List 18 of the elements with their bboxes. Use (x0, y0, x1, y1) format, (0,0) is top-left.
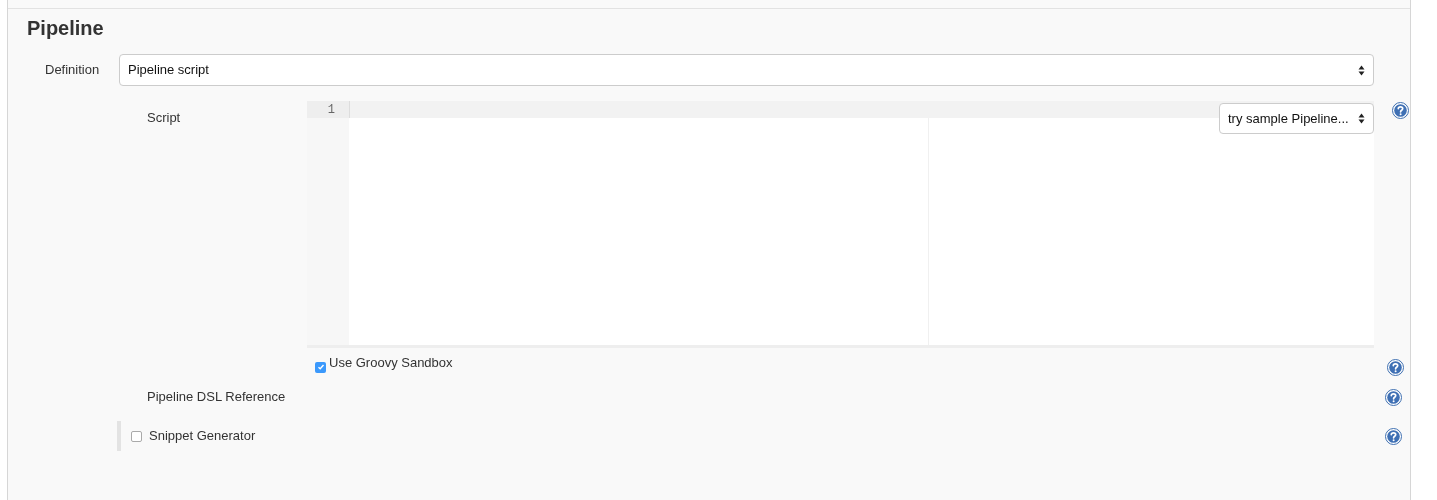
checkbox-label[interactable]: Use Groovy Sandbox (329, 353, 1387, 373)
help-icon[interactable] (1385, 388, 1402, 406)
help-icon[interactable] (1385, 427, 1402, 445)
help-icon[interactable] (1392, 102, 1409, 119)
help-icon[interactable] (1387, 358, 1404, 376)
line-number: 1 (307, 101, 349, 118)
checkbox[interactable] (315, 361, 326, 373)
reference-link[interactable]: Pipeline DSL Reference (147, 387, 1385, 407)
checkbox[interactable] (131, 430, 142, 442)
field-label: Definition (45, 61, 101, 80)
section-title: Pipeline (27, 16, 104, 40)
definition-select[interactable]: Pipeline script (119, 54, 1374, 86)
checkbox-label[interactable]: Snippet Generator (149, 426, 256, 446)
dropdown-arrows-icon (1358, 113, 1365, 124)
dropdown-arrows-icon (1358, 64, 1365, 76)
sample-select[interactable]: try sample Pipeline... (1219, 103, 1374, 134)
script-editor[interactable]: 1 try sample Pipeline... (307, 101, 1374, 348)
field-label: Script (147, 109, 182, 127)
